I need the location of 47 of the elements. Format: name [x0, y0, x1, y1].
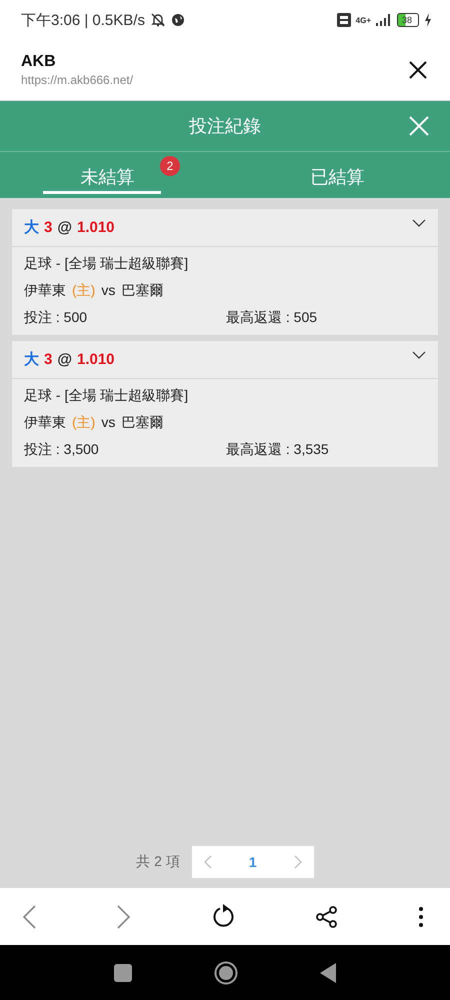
versus-text: vs: [101, 282, 116, 300]
total-count: 共 2 項: [136, 853, 180, 871]
globe-icon: [170, 13, 185, 27]
site-url: https://m.akb666.net/: [21, 73, 134, 87]
away-team: 巴塞爾: [121, 414, 164, 432]
share-icon[interactable]: [316, 906, 338, 928]
home-team: 伊華東: [24, 414, 66, 432]
more-icon[interactable]: [419, 906, 423, 926]
forward-icon[interactable]: [116, 904, 131, 928]
network-type: 4G+: [356, 16, 371, 24]
home-tag: (主): [72, 414, 96, 432]
stake-text: 投注 : 3,500: [24, 441, 100, 459]
tab[interactable]: 已結算: [272, 152, 402, 194]
home-team: 伊華東: [24, 282, 66, 300]
page-title: 投注紀錄: [189, 115, 261, 138]
bet-line: 3: [44, 219, 52, 236]
tab[interactable]: 未結算: [42, 152, 160, 194]
at-sign: @: [57, 219, 72, 236]
close-icon[interactable]: [408, 60, 428, 80]
bet-pick: 大: [24, 218, 39, 237]
count-badge: 2: [160, 156, 180, 176]
charging-icon: [424, 13, 432, 27]
bet-odds: 1.010: [76, 351, 115, 368]
chevron-icon[interactable]: [412, 351, 426, 359]
stake-text: 投注 : 500: [24, 309, 88, 327]
signal-icon: [376, 14, 392, 26]
chevron-icon[interactable]: [412, 219, 426, 227]
max-return-text: 最高返還 : 505: [226, 309, 318, 327]
max-return-text: 最高返還 : 3,535: [226, 441, 329, 459]
bet-pick: 大: [24, 350, 39, 369]
away-team: 巴塞爾: [121, 282, 164, 300]
back-icon[interactable]: [320, 962, 336, 982]
home-icon[interactable]: [214, 960, 238, 984]
site-title: AKB: [21, 53, 57, 71]
page-number[interactable]: 1: [248, 854, 257, 870]
back-icon[interactable]: [22, 904, 36, 928]
status-time: 下午3:06 | 0.5KB/s: [21, 10, 145, 30]
at-sign: @: [57, 351, 72, 368]
bell-off-icon: [150, 12, 166, 28]
refresh-icon[interactable]: [212, 904, 236, 930]
league-text: 足球 - [全場 瑞士超級聯賽]: [24, 255, 190, 273]
bet-line: 3: [44, 351, 52, 368]
versus-text: vs: [101, 414, 116, 432]
bet-odds: 1.010: [76, 219, 115, 236]
home-tag: (主): [72, 282, 96, 300]
league-text: 足球 - [全場 瑞士超級聯賽]: [24, 387, 190, 405]
recents-icon[interactable]: [114, 964, 132, 982]
